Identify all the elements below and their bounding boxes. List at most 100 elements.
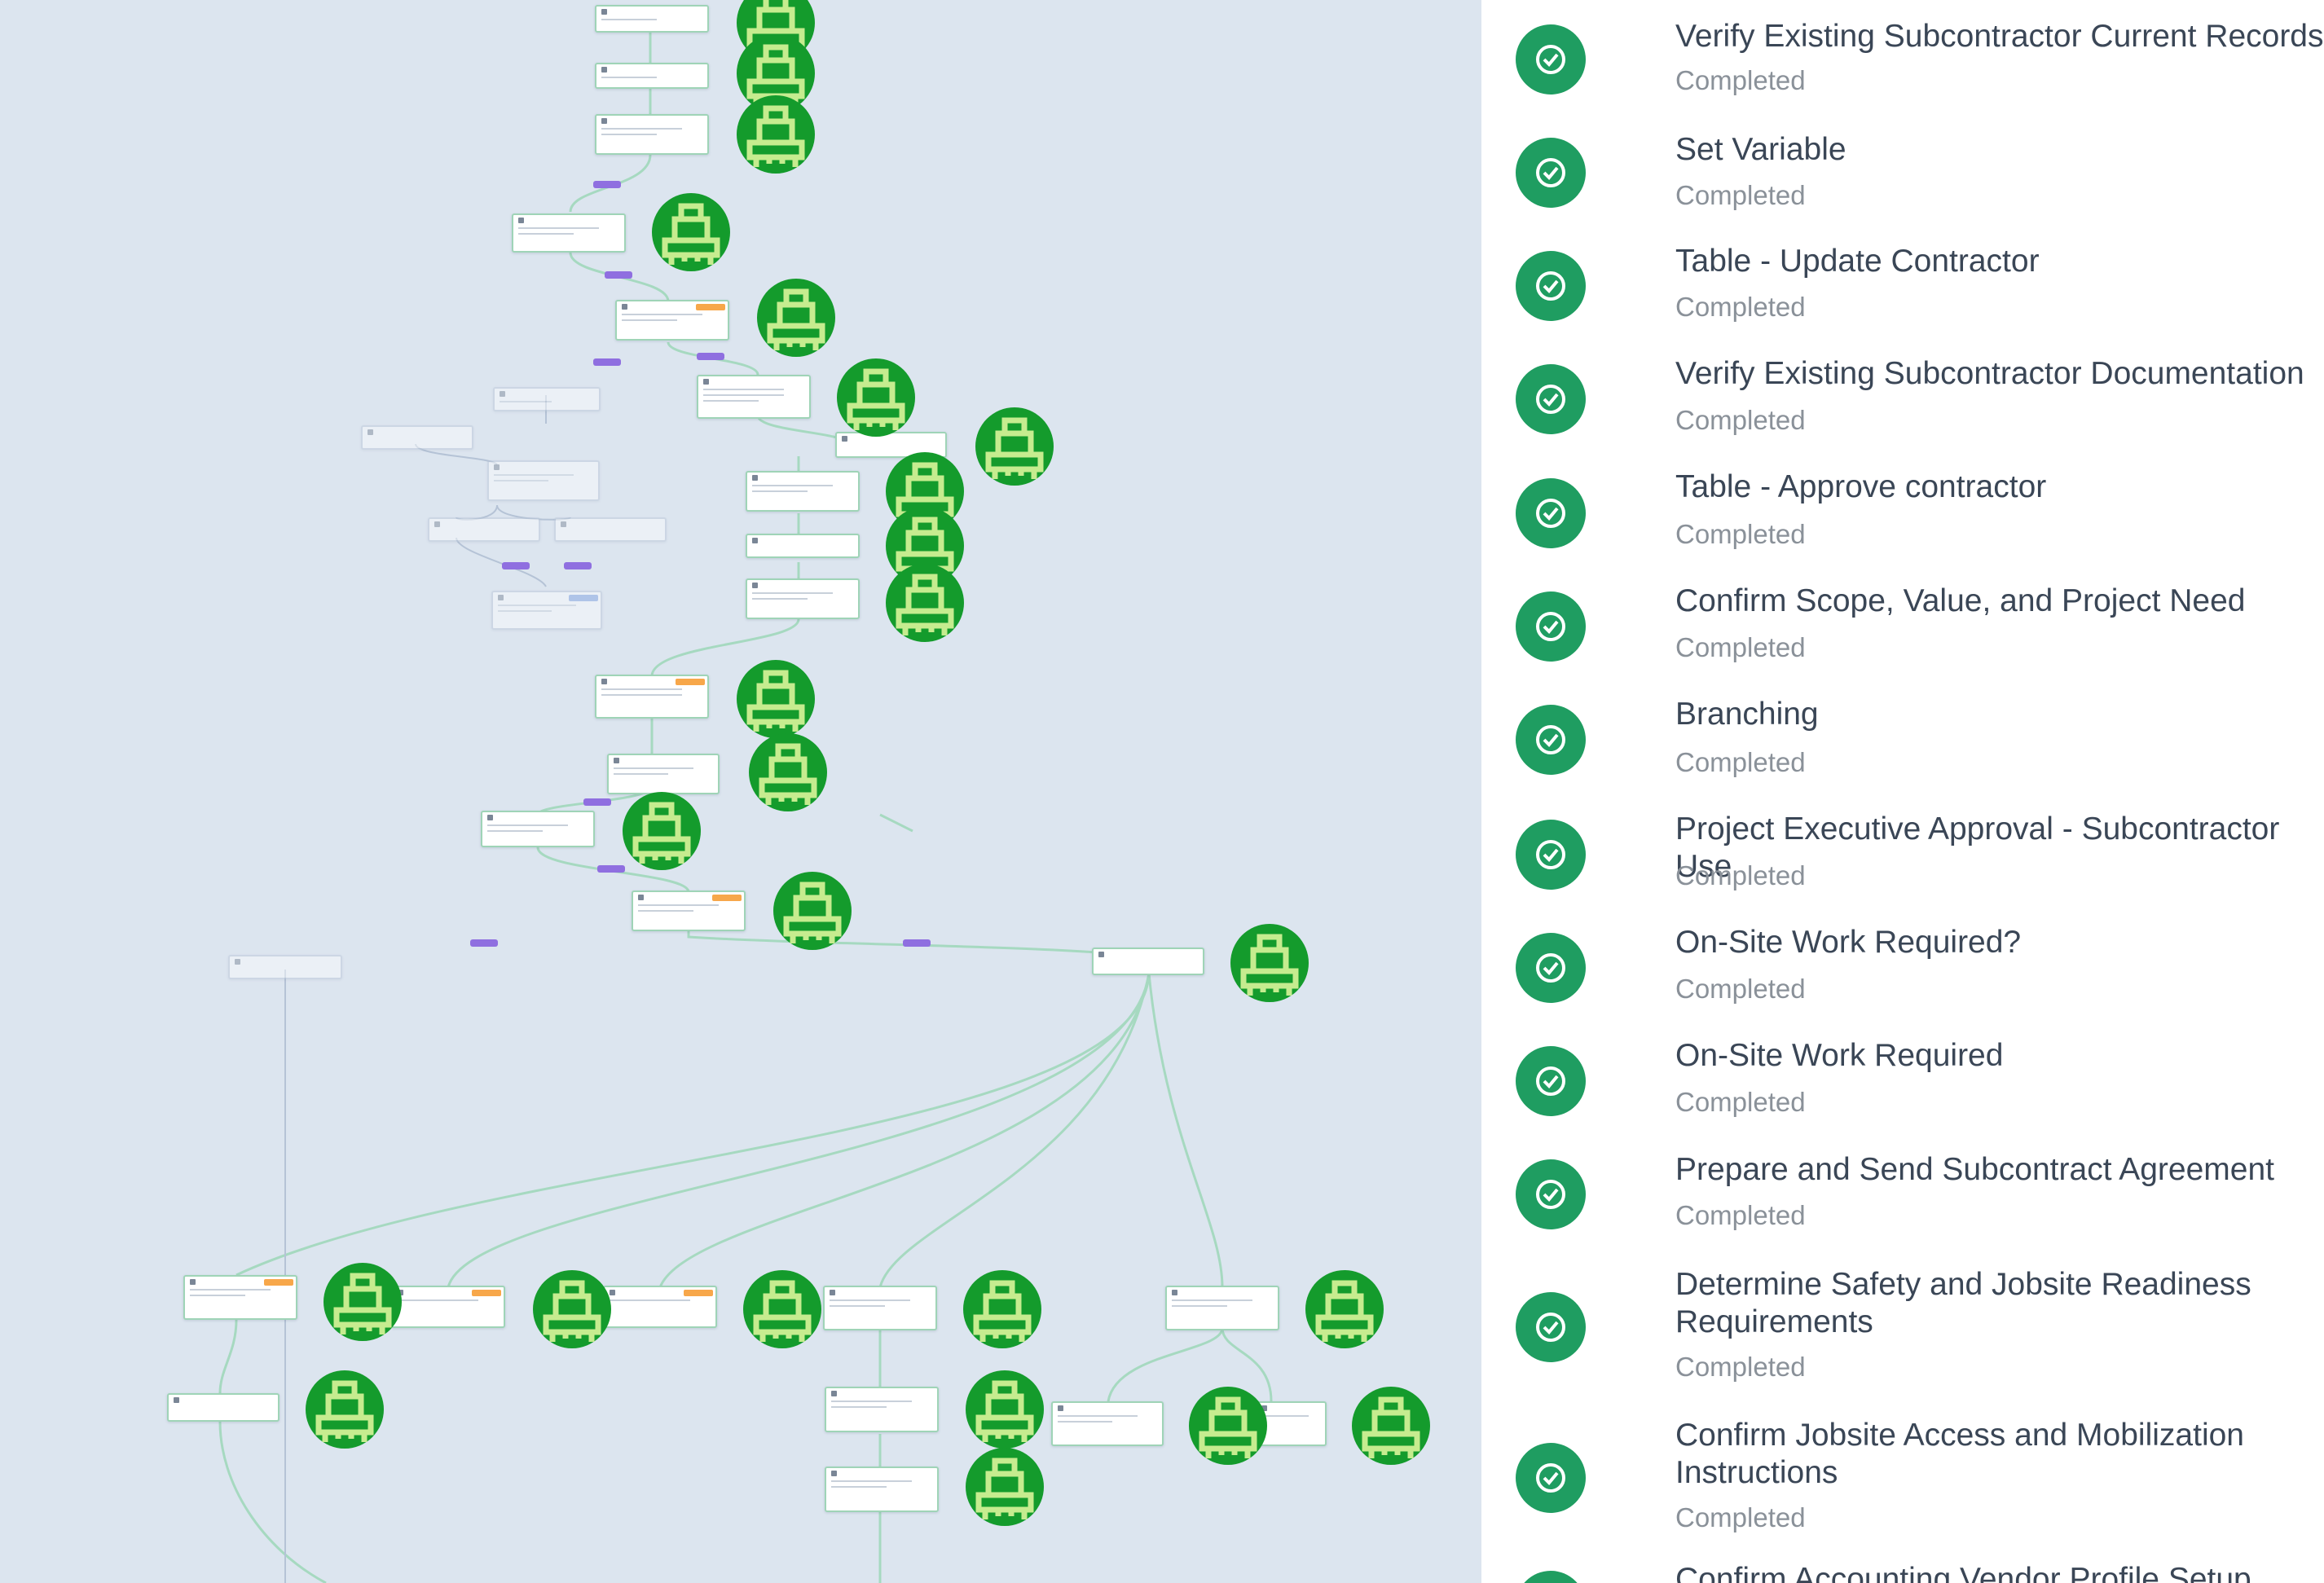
workflow-node[interactable]	[391, 1286, 505, 1328]
check-circle-icon	[1516, 1046, 1586, 1116]
connector-badge[interactable]	[502, 562, 530, 569]
workflow-node[interactable]	[823, 1286, 937, 1330]
workflow-node[interactable]	[595, 675, 709, 719]
workflow-node-faded[interactable]	[487, 460, 600, 501]
connector-badge[interactable]	[470, 939, 498, 947]
robot-avatar-icon[interactable]	[962, 1269, 1043, 1350]
workflow-node[interactable]	[183, 1275, 297, 1320]
check-circle-icon	[1516, 1159, 1586, 1229]
check-circle-icon	[1516, 933, 1586, 1003]
robot-avatar-icon[interactable]	[835, 357, 917, 438]
robot-avatar-icon[interactable]	[650, 191, 732, 273]
workflow-node[interactable]	[595, 114, 709, 155]
step-status: Completed	[1675, 632, 1806, 662]
workflow-node[interactable]	[615, 300, 729, 341]
workflow-node[interactable]	[746, 534, 860, 558]
robot-avatar-icon[interactable]	[747, 732, 829, 813]
step-status: Completed	[1675, 519, 1806, 549]
workflow-node-faded[interactable]	[554, 517, 667, 542]
check-circle-icon	[1516, 1571, 1586, 1583]
robot-avatar-icon[interactable]	[304, 1369, 385, 1450]
workflow-canvas[interactable]	[0, 0, 1481, 1583]
step-status: Completed	[1675, 1087, 1806, 1117]
workflow-node[interactable]	[1092, 948, 1204, 975]
workflow-node[interactable]	[1165, 1286, 1279, 1330]
robot-avatar-icon[interactable]	[735, 658, 816, 740]
workflow-node-faded[interactable]	[428, 517, 540, 542]
step-title: Confirm Scope, Value, and Project Need	[1675, 583, 2246, 618]
workflow-node[interactable]	[746, 578, 860, 619]
connector-badge[interactable]	[593, 181, 621, 188]
step-title: Determine Safety and Jobsite Readiness R…	[1675, 1267, 2251, 1339]
robot-avatar-icon[interactable]	[964, 1369, 1045, 1450]
step-status: Completed	[1675, 405, 1806, 435]
robot-avatar-icon[interactable]	[1304, 1269, 1385, 1350]
workflow-node-faded[interactable]	[361, 425, 473, 450]
workflow-node-faded[interactable]	[493, 387, 601, 411]
robot-avatar-icon[interactable]	[974, 406, 1055, 487]
workflow-node[interactable]	[167, 1393, 279, 1422]
step-title: Table - Update Contractor	[1675, 244, 2040, 279]
workflow-node[interactable]	[607, 754, 720, 794]
check-circle-icon	[1516, 251, 1586, 321]
step-status: Completed	[1675, 292, 1806, 322]
step-title: Confirm Accounting Vendor Profile Setup	[1675, 1562, 2251, 1583]
step-history-panel[interactable]: Verify Existing Subcontractor Current Re…	[1481, 0, 2324, 1583]
connector-badge[interactable]	[605, 271, 632, 279]
workflow-node[interactable]	[632, 890, 746, 931]
connector-badge[interactable]	[697, 353, 724, 360]
robot-avatar-icon[interactable]	[1187, 1385, 1269, 1466]
robot-avatar-icon[interactable]	[531, 1269, 613, 1350]
step-status: Completed	[1675, 860, 1806, 890]
check-circle-icon	[1516, 24, 1586, 95]
step-status: Completed	[1675, 1200, 1806, 1230]
robot-avatar-icon[interactable]	[884, 562, 966, 644]
robot-avatar-icon[interactable]	[322, 1261, 403, 1343]
check-circle-icon	[1516, 1443, 1586, 1513]
workflow-node[interactable]	[825, 1387, 939, 1432]
connector-badge[interactable]	[593, 358, 621, 366]
connector-badge[interactable]	[583, 798, 611, 806]
check-circle-icon	[1516, 705, 1586, 775]
connector-badge[interactable]	[903, 939, 931, 947]
workflow-node-faded[interactable]	[228, 955, 342, 979]
step-title: Prepare and Send Subcontract Agreement	[1675, 1152, 2274, 1187]
workflow-node[interactable]	[825, 1466, 939, 1512]
robot-avatar-icon[interactable]	[964, 1446, 1045, 1528]
step-status: Completed	[1675, 180, 1806, 210]
workflow-node[interactable]	[603, 1286, 717, 1328]
workflow-connectors	[218, 33, 1273, 1583]
step-status: Completed	[1675, 974, 1806, 1004]
workflow-node-faded[interactable]	[491, 591, 602, 630]
workflow-node[interactable]	[481, 811, 595, 847]
workflow-node[interactable]	[1051, 1401, 1164, 1446]
check-circle-icon	[1516, 820, 1586, 890]
step-title: Set Variable	[1675, 132, 1846, 167]
robot-avatar-icon[interactable]	[742, 1269, 823, 1350]
workflow-node[interactable]	[595, 5, 709, 33]
check-circle-icon	[1516, 138, 1586, 208]
robot-avatar-icon[interactable]	[621, 790, 702, 872]
workflow-node[interactable]	[512, 213, 626, 253]
step-title: Confirm Jobsite Access and Mobilization …	[1675, 1418, 2244, 1490]
robot-avatar-icon[interactable]	[1350, 1385, 1432, 1466]
check-circle-icon	[1516, 1292, 1586, 1362]
step-title: Verify Existing Subcontractor Current Re…	[1675, 19, 2324, 54]
step-title: Branching	[1675, 697, 1819, 732]
step-title: On-Site Work Required?	[1675, 925, 2022, 960]
check-circle-icon	[1516, 478, 1586, 548]
robot-avatar-icon[interactable]	[735, 94, 816, 175]
workflow-node[interactable]	[595, 63, 709, 89]
step-title: On-Site Work Required	[1675, 1038, 2004, 1073]
workflow-node[interactable]	[746, 471, 860, 512]
step-status: Completed	[1675, 747, 1806, 777]
workflow-node[interactable]	[697, 375, 811, 419]
step-status: Completed	[1675, 65, 1806, 95]
robot-avatar-icon[interactable]	[755, 277, 837, 358]
robot-avatar-icon[interactable]	[1229, 922, 1310, 1004]
robot-avatar-icon[interactable]	[772, 870, 853, 952]
step-status: Completed	[1675, 1502, 1806, 1532]
connector-badge[interactable]	[564, 562, 592, 569]
step-title: Table - Approve contractor	[1675, 469, 2047, 504]
step-title: Verify Existing Subcontractor Documentat…	[1675, 356, 2304, 391]
